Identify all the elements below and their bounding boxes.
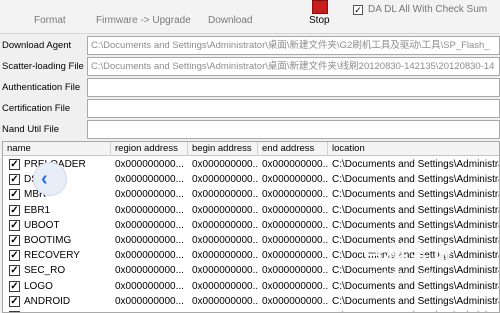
table-row[interactable]: ✓ UBOOT 0x000000000... 0x000000000... 0x0000… bbox=[3, 218, 500, 233]
row-end-address: 0x000000000... bbox=[262, 189, 328, 201]
row-begin-address: 0x000000000... bbox=[192, 189, 258, 201]
row-region-address: 0x000000000... bbox=[115, 219, 184, 231]
row-name: EBR1 bbox=[24, 204, 51, 216]
row-end-address: 0x000000000... bbox=[262, 174, 328, 186]
watermark-logo: 百科全说 助你轻松解决 bbox=[356, 232, 476, 294]
row-checkbox[interactable]: ✓ bbox=[9, 174, 20, 186]
row-region-address: 0x000000000... bbox=[115, 280, 184, 292]
nand-util-label: Nand Util File bbox=[2, 124, 60, 135]
row-begin-address: 0x000000000... bbox=[192, 295, 258, 307]
row-begin-address: 0x000000000... bbox=[192, 309, 258, 312]
nand-util-field[interactable] bbox=[87, 120, 500, 139]
row-region-address: 0x000000000... bbox=[115, 235, 184, 246]
row-end-address: 0x000000000... bbox=[262, 280, 328, 292]
column-header-location[interactable]: location bbox=[328, 142, 499, 156]
row-end-address: 0x000000000... bbox=[262, 219, 328, 231]
row-location: C:\Documents and Settings\Administrator bbox=[332, 309, 499, 312]
scatter-loading-row: Scatter-loading File C:\Documents and Se… bbox=[0, 56, 500, 77]
stop-button[interactable]: Stop bbox=[309, 15, 330, 26]
row-region-address: 0x000000000... bbox=[115, 159, 184, 170]
column-header-end-address[interactable]: end address bbox=[258, 142, 328, 156]
row-checkbox[interactable]: ✓ bbox=[9, 189, 20, 201]
download-agent-field[interactable]: C:\Documents and Settings\Administrator\… bbox=[87, 36, 500, 55]
row-end-address: 0x000000000... bbox=[262, 235, 328, 246]
row-end-address: 0x000000000... bbox=[262, 250, 328, 262]
watermark-subtitle: 助你轻松解决 bbox=[370, 271, 436, 283]
row-location: C:\Documents and Settings\Administrator bbox=[332, 204, 500, 216]
table-row[interactable]: ✓DSP_BL0x000000000...0x000000000...0x000… bbox=[3, 172, 500, 187]
row-checkbox[interactable]: ✓ bbox=[9, 235, 20, 246]
row-begin-address: 0x000000000... bbox=[192, 174, 258, 186]
row-region-address: 0x000000002... bbox=[115, 309, 187, 312]
row-location: C:\Documents and Settings\Administrator bbox=[332, 174, 500, 186]
row-name: ANDROID bbox=[24, 295, 71, 307]
row-region-address: 0x000000000... bbox=[115, 204, 184, 216]
back-arrow-icon: ‹ bbox=[41, 168, 48, 190]
column-header-name[interactable]: name bbox=[3, 142, 111, 156]
row-end-address: 0x000000000... bbox=[262, 159, 328, 170]
row-begin-address: 0x000000000... bbox=[192, 159, 258, 170]
authentication-label: Authentication File bbox=[2, 82, 81, 93]
row-begin-address: 0x000000000... bbox=[192, 280, 258, 292]
row-location: C:\Documents and Settings\Administrator bbox=[332, 219, 500, 231]
certification-field[interactable] bbox=[87, 99, 500, 118]
checksum-label: DA DL All With Check Sum bbox=[368, 4, 488, 15]
row-name: CACHE bbox=[24, 309, 110, 312]
watermark-title: 百科全说 bbox=[362, 241, 455, 266]
table-row[interactable]: ✓ MBR 0x000000000... 0x000000000... 0x000000… bbox=[3, 187, 500, 202]
back-bubble-icon[interactable]: ‹ bbox=[33, 162, 67, 196]
certification-label: Certification File bbox=[2, 103, 71, 114]
row-name: SEC_RO bbox=[24, 265, 66, 277]
toolbar: Format Firmware -> Upgrade Download Stop… bbox=[0, 0, 500, 34]
row-region-address: 0x000000000... bbox=[115, 189, 184, 201]
stop-icon[interactable] bbox=[312, 0, 328, 14]
download-button[interactable]: Download bbox=[208, 15, 252, 26]
authentication-row: Authentication File bbox=[0, 77, 500, 98]
download-agent-label: Download Agent bbox=[2, 40, 72, 51]
row-end-address: 0x000000000... bbox=[262, 265, 328, 277]
row-begin-address: 0x000000000... bbox=[192, 250, 258, 262]
row-begin-address: 0x000000000... bbox=[192, 235, 258, 246]
row-begin-address: 0x000000000... bbox=[192, 219, 258, 231]
row-location: C:\Documents and Settings\Administrator bbox=[332, 295, 500, 307]
row-end-address: 0x000000000... bbox=[262, 204, 328, 216]
row-checkbox[interactable]: ✓ bbox=[9, 280, 20, 292]
row-checkbox[interactable]: ✓ bbox=[9, 250, 20, 262]
row-checkbox[interactable]: ✓ bbox=[9, 265, 20, 277]
row-begin-address: 0x000000000... bbox=[192, 204, 258, 216]
row-begin-address: 0x000000000... bbox=[192, 265, 258, 277]
row-location: C:\Documents and Settings\Administrator bbox=[332, 159, 500, 170]
row-end-address: 0x000000000... bbox=[262, 295, 328, 307]
row-location: C:\Documents and Settings\Administrator bbox=[332, 189, 500, 201]
row-name: UBOOT bbox=[24, 219, 60, 231]
row-name: BOOTIMG bbox=[24, 235, 72, 246]
firmware-upgrade-button[interactable]: Firmware -> Upgrade bbox=[96, 15, 191, 26]
table-row[interactable]: ✓PRELOADER0x000000000...0x000000000...0x… bbox=[3, 157, 500, 172]
row-name: LOGO bbox=[24, 280, 53, 292]
row-region-address: 0x000000000... bbox=[115, 174, 184, 186]
scatter-loading-field[interactable]: C:\Documents and Settings\Administrator\… bbox=[87, 57, 500, 76]
column-header-region-address[interactable]: region address bbox=[111, 142, 188, 156]
authentication-field[interactable] bbox=[87, 78, 500, 97]
row-end-address: 0x000000000... bbox=[262, 309, 328, 312]
row-checkbox[interactable]: ✓ bbox=[9, 159, 20, 170]
nand-util-row: Nand Util File bbox=[0, 119, 500, 140]
table-row[interactable]: ✓CACHE0x000000002...0x000000000...0x0000… bbox=[3, 309, 499, 312]
table-header: name region address begin address end ad… bbox=[3, 142, 499, 156]
table-row[interactable]: ✓ ANDROID 0x000000000... 0x000000000... 0x00… bbox=[3, 294, 500, 309]
download-agent-row: Download Agent C:\Documents and Settings… bbox=[0, 35, 500, 56]
row-name: RECOVERY bbox=[24, 250, 80, 262]
checksum-checkbox[interactable]: ✓ bbox=[353, 5, 363, 15]
row-region-address: 0x000000000... bbox=[115, 265, 184, 277]
row-region-address: 0x000000000... bbox=[115, 250, 184, 262]
row-checkbox[interactable]: ✓ bbox=[9, 295, 20, 307]
certification-row: Certification File bbox=[0, 98, 500, 119]
table-row[interactable]: ✓ EBR1 0x000000000... 0x000000000... 0x00000… bbox=[3, 203, 500, 218]
format-button[interactable]: Format bbox=[34, 15, 66, 26]
row-checkbox[interactable]: ✓ bbox=[9, 219, 20, 231]
scatter-loading-label: Scatter-loading File bbox=[2, 61, 84, 72]
column-header-begin-address[interactable]: begin address bbox=[188, 142, 258, 156]
row-region-address: 0x000000000... bbox=[115, 295, 184, 307]
row-checkbox[interactable]: ✓ bbox=[9, 204, 20, 216]
